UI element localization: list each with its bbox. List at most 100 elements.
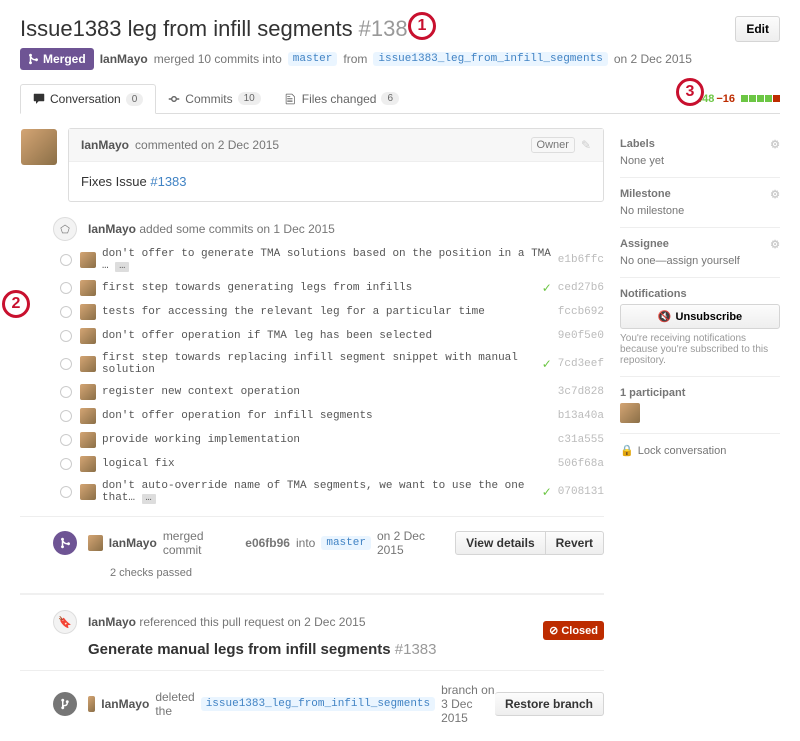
annotation-3: 3 — [676, 78, 704, 106]
reference-event: 🔖 IanMayo referenced this pull request o… — [20, 607, 604, 637]
commit-avatar[interactable] — [80, 252, 96, 268]
merged-text: merged 10 commits into — [154, 52, 282, 66]
check-icon: ✓ — [542, 281, 552, 295]
file-icon — [285, 93, 297, 105]
labels-heading: Labels — [620, 138, 655, 151]
commit-message[interactable]: tests for accessing the relevant leg for… — [102, 306, 552, 318]
commit-avatar[interactable] — [80, 356, 96, 372]
commit-avatar[interactable] — [80, 304, 96, 320]
commit-message[interactable]: first step towards replacing infill segm… — [102, 352, 536, 376]
commit-hash[interactable]: fccb692 — [558, 306, 604, 318]
participants-heading: 1 participant — [620, 387, 685, 399]
commit-hash[interactable]: b13a40a — [558, 410, 604, 422]
labels-gear-icon[interactable]: ⚙ — [770, 138, 780, 151]
commit-hash[interactable]: 7cd3eef — [558, 358, 604, 370]
merge-user[interactable]: IanMayo — [109, 536, 157, 550]
commits-added-header: ⬠ IanMayo added some commits on 1 Dec 20… — [20, 214, 604, 244]
from-text: from — [343, 52, 367, 66]
merge-event: IanMayo merged commit e06fb96 into maste… — [20, 516, 604, 565]
merge-into-branch[interactable]: master — [321, 536, 371, 550]
notif-note: You're receiving notifications because y… — [620, 333, 780, 366]
delete-avatar[interactable] — [88, 696, 95, 712]
tab-commits[interactable]: Commits10 — [156, 85, 272, 113]
ellipsis-icon[interactable]: … — [115, 262, 129, 272]
base-branch[interactable]: master — [288, 52, 338, 66]
participant-avatar[interactable] — [620, 403, 640, 423]
ref-user[interactable]: IanMayo — [88, 615, 136, 629]
unsubscribe-button[interactable]: 🔇Unsubscribe — [620, 304, 780, 329]
comment-date: commented on 2 Dec 2015 — [135, 138, 279, 152]
comment-author[interactable]: IanMayo — [81, 138, 129, 152]
ref-title[interactable]: Generate manual legs from infill segment… — [88, 641, 391, 658]
head-branch[interactable]: issue1383_leg_from_infill_segments — [373, 52, 607, 66]
commit-row: logical fix 506f68a — [20, 452, 604, 476]
commit-row: provide working implementation c31a555 — [20, 428, 604, 452]
commit-message[interactable]: register new context operation — [102, 386, 552, 398]
merge-avatar[interactable] — [88, 535, 103, 551]
labels-none: None yet — [620, 155, 780, 167]
commit-message[interactable]: don't offer to generate TMA solutions ba… — [102, 248, 552, 272]
commit-message[interactable]: don't auto-override name of TMA segments… — [102, 480, 536, 504]
commit-hash[interactable]: ced27b6 — [558, 282, 604, 294]
commit-row: tests for accessing the relevant leg for… — [20, 300, 604, 324]
commit-hash[interactable]: 506f68a — [558, 458, 604, 470]
commit-message[interactable]: first step towards generating legs from … — [102, 282, 536, 294]
commit-avatar[interactable] — [80, 384, 96, 400]
issue-link[interactable]: #1383 — [150, 174, 186, 189]
merge-event-icon — [53, 531, 77, 555]
merge-commit-hash[interactable]: e06fb96 — [245, 536, 290, 550]
comment-icon — [33, 93, 45, 105]
commit-message[interactable]: don't offer operation if TMA leg has bee… — [102, 330, 552, 342]
check-icon: ✓ — [542, 485, 552, 499]
commit-hash[interactable]: 9e0f5e0 — [558, 330, 604, 342]
assignee-none[interactable]: No one—assign yourself — [620, 255, 780, 267]
commit-message[interactable]: provide working implementation — [102, 434, 552, 446]
branch-delete-icon — [53, 692, 77, 716]
commit-message[interactable]: don't offer operation for infill segment… — [102, 410, 552, 422]
git-merge-icon — [28, 53, 39, 65]
commit-row: don't auto-override name of TMA segments… — [20, 476, 604, 508]
commit-hash[interactable]: c31a555 — [558, 434, 604, 446]
commit-hash[interactable]: e1b6ffc — [558, 254, 604, 266]
lock-icon: 🔒 — [620, 444, 634, 457]
avatar[interactable] — [21, 129, 57, 165]
delete-branch-event: IanMayo deleted the issue1383_leg_from_i… — [20, 670, 604, 725]
revert-button[interactable]: Revert — [546, 531, 604, 555]
commit-avatar[interactable] — [80, 328, 96, 344]
assignee-gear-icon[interactable]: ⚙ — [770, 238, 780, 251]
edit-comment-icon[interactable]: ✎ — [581, 138, 591, 152]
restore-branch-button[interactable]: Restore branch — [495, 692, 604, 716]
merged-badge: Merged — [20, 48, 94, 70]
delete-user[interactable]: IanMayo — [101, 697, 149, 711]
commit-row: don't offer operation for infill segment… — [20, 404, 604, 428]
notifications-heading: Notifications — [620, 288, 687, 300]
milestone-gear-icon[interactable]: ⚙ — [770, 188, 780, 201]
annotation-2: 2 — [2, 290, 30, 318]
pr-title: Issue1383 leg from infill segments — [20, 16, 353, 42]
commit-row: register new context operation 3c7d828 — [20, 380, 604, 404]
deleted-branch: issue1383_leg_from_infill_segments — [201, 697, 435, 711]
view-details-button[interactable]: View details — [455, 531, 545, 555]
commit-hash[interactable]: 0708131 — [558, 486, 604, 498]
lock-conversation[interactable]: 🔒Lock conversation — [620, 434, 780, 457]
tab-conversation[interactable]: Conversation0 — [20, 84, 156, 114]
commit-avatar[interactable] — [80, 408, 96, 424]
tab-files[interactable]: Files changed6 — [273, 85, 411, 113]
diff-bar — [741, 95, 780, 102]
assignee-heading: Assignee — [620, 238, 669, 251]
commit-avatar[interactable] — [80, 432, 96, 448]
commits-author[interactable]: IanMayo — [88, 222, 136, 236]
mute-icon: 🔇 — [658, 310, 672, 323]
milestone-none: No milestone — [620, 205, 780, 217]
pr-author-link[interactable]: IanMayo — [100, 52, 148, 66]
commit-message[interactable]: logical fix — [102, 458, 552, 470]
commit-hash[interactable]: 3c7d828 — [558, 386, 604, 398]
ellipsis-icon[interactable]: … — [142, 494, 156, 504]
conversation-count: 0 — [126, 93, 144, 106]
commit-avatar[interactable] — [80, 456, 96, 472]
commit-avatar[interactable] — [80, 484, 96, 500]
edit-button[interactable]: Edit — [735, 16, 780, 42]
check-icon: ✓ — [542, 357, 552, 371]
commit-avatar[interactable] — [80, 280, 96, 296]
comment-body-prefix: Fixes Issue — [81, 174, 150, 189]
